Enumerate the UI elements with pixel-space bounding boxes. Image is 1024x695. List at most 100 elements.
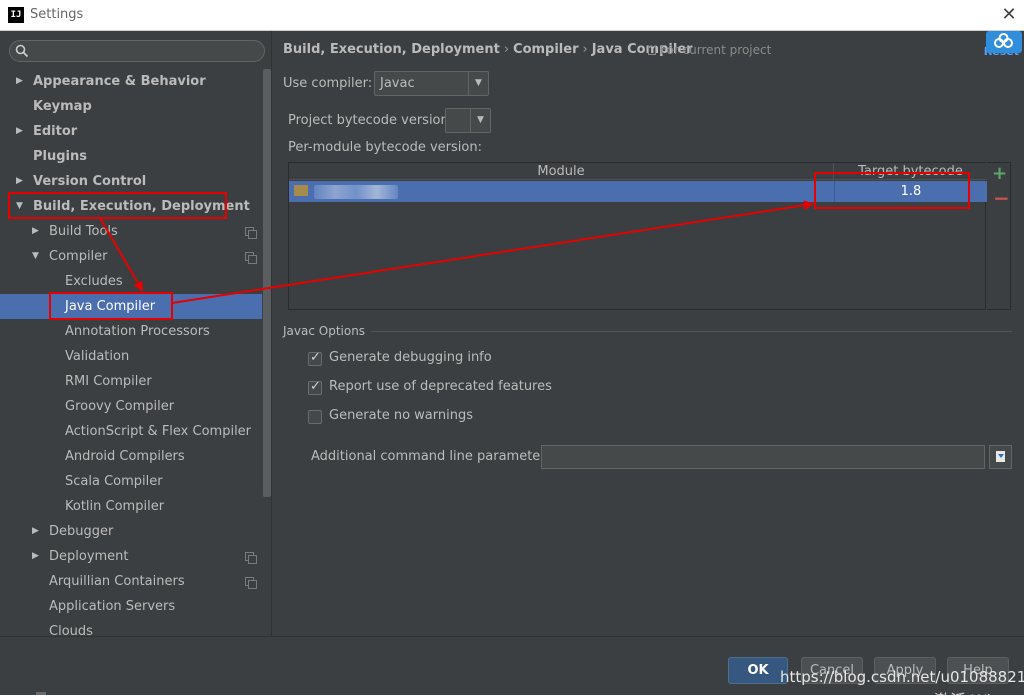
collapsed-arrow-icon[interactable]: ▶ (32, 544, 42, 569)
use-compiler-label: Use compiler: (283, 76, 373, 91)
sidebar-item-label: Application Servers (49, 599, 176, 614)
project-scope-icon (245, 252, 257, 264)
sidebar-item-android-compilers[interactable]: Android Compilers (0, 444, 262, 469)
sidebar-item-version-control[interactable]: ▶ Version Control (0, 169, 262, 194)
sidebar-item-label: Appearance & Behavior (33, 74, 206, 89)
sidebar-item-build-execution-deployment[interactable]: ▼ Build, Execution, Deployment (0, 194, 262, 219)
sidebar-item-application-servers[interactable]: Application Servers (0, 594, 262, 619)
checkbox[interactable] (308, 350, 322, 366)
sidebar-item-label: Excludes (65, 274, 123, 289)
additional-params-input[interactable] (541, 445, 985, 469)
sidebar-item-validation[interactable]: Validation (0, 344, 262, 369)
sidebar-item-plugins[interactable]: Plugins (0, 144, 262, 169)
search-box[interactable] (9, 40, 265, 62)
sidebar-item-label: Clouds (49, 624, 93, 636)
sidebar-item-label: Plugins (33, 149, 87, 164)
use-compiler-select[interactable]: Javac ▼ (374, 71, 489, 96)
sidebar-item-label: Arquillian Containers (49, 574, 185, 589)
checkbox[interactable] (308, 410, 322, 424)
sidebar-item-java-compiler[interactable]: Java Compiler (0, 294, 262, 319)
sidebar-item-label: ActionScript & Flex Compiler (65, 424, 252, 439)
close-icon[interactable]: ✕ (994, 0, 1024, 31)
collapsed-arrow-icon[interactable]: ▶ (16, 119, 26, 144)
expanded-arrow-icon[interactable]: ▼ (16, 194, 26, 219)
sidebar-item-appearance-behavior[interactable]: ▶ Appearance & Behavior (0, 69, 262, 94)
additional-params-label: Additional command line parameters: (311, 449, 557, 464)
add-icon[interactable]: + (992, 165, 1007, 183)
sidebar-item-label: Kotlin Compiler (65, 499, 165, 514)
table-header: Module Target bytecode version (289, 163, 987, 196)
blog-watermark: https://blog.csdn.net/u010888217 (780, 668, 1024, 686)
sidebar-item-compiler[interactable]: ▼ Compiler (0, 244, 262, 269)
dropdown-arrow-icon: ▼ (470, 109, 490, 132)
sidebar-item-keymap[interactable]: Keymap (0, 94, 262, 119)
expanded-arrow-icon[interactable]: ▼ (32, 244, 42, 269)
sidebar-item-groovy-compiler[interactable]: Groovy Compiler (0, 394, 262, 419)
breadcrumb-separator: › (503, 42, 510, 57)
column-header-module[interactable]: Module (289, 163, 834, 180)
sidebar-item-debugger[interactable]: ▶ Debugger (0, 519, 262, 544)
sidebar-scrollbar-thumb[interactable] (263, 69, 271, 497)
sidebar-item-scala-compiler[interactable]: Scala Compiler (0, 469, 262, 494)
sidebar-item-label: Version Control (33, 174, 147, 189)
dropdown-arrow-icon: ▼ (468, 72, 488, 95)
checkbox-label: Generate debugging info (329, 350, 492, 365)
sidebar-item-build-tools[interactable]: ▶ Build Tools (0, 219, 262, 244)
checkbox-label: Generate no warnings (329, 408, 474, 423)
breadcrumb: Build, Execution, Deployment › Compiler › Ja… (283, 42, 693, 57)
project-bytecode-select[interactable]: ▼ (445, 108, 491, 133)
sidebar-item-annotation-processors[interactable]: Annotation Processors (0, 319, 262, 344)
sidebar-item-label: Build, Execution, Deployment (33, 199, 250, 214)
per-module-label: Per-module bytecode version: (288, 140, 482, 155)
sidebar-item-label: Scala Compiler (65, 474, 163, 489)
project-scope-icon (245, 227, 257, 239)
settings-sidebar: ▶ Appearance & Behavior Keymap ▶ Editor Plugi… (0, 31, 272, 636)
collapsed-arrow-icon[interactable]: ▶ (16, 169, 26, 194)
module-bytecode-table: Module Target bytecode version 1.8 (288, 162, 987, 310)
scope-label: For current project (648, 43, 771, 57)
sidebar-item-label: RMI Compiler (65, 374, 152, 389)
sidebar-item-label: Java Compiler (65, 299, 156, 314)
sidebar-item-label: Keymap (33, 99, 92, 114)
javac-options-title: Javac Options (283, 324, 372, 338)
search-icon (15, 44, 29, 58)
sidebar-item-actionscript-flex-compiler[interactable]: ActionScript & Flex Compiler (0, 419, 262, 444)
sidebar-item-label: Deployment (49, 549, 129, 564)
column-header-target-version[interactable]: Target bytecode version (834, 163, 987, 196)
ok-button[interactable]: OK (728, 657, 788, 684)
sidebar-item-deployment[interactable]: ▶ Deployment (0, 544, 262, 569)
module-name-blurred (314, 185, 398, 199)
dialog-button-bar: OK Cancel Apply Help https://blog.csdn.n… (0, 636, 1024, 695)
sidebar-item-label: Build Tools (49, 224, 118, 239)
sidebar-item-label: Debugger (49, 524, 114, 539)
scope-text: For current project (660, 43, 772, 57)
activate-windows-watermark: 激活 Win (934, 687, 1001, 695)
checkbox[interactable] (308, 379, 322, 395)
group-divider (363, 331, 1012, 332)
module-cell (294, 183, 824, 200)
sidebar-item-label: Validation (65, 349, 130, 364)
breadcrumb-separator: › (582, 42, 588, 57)
use-compiler-value: Javac (380, 76, 415, 91)
table-row[interactable]: 1.8 (289, 181, 987, 202)
sidebar-item-arquillian-containers[interactable]: Arquillian Containers (0, 569, 262, 594)
sidebar-item-label: Android Compilers (65, 449, 185, 464)
sidebar-item-rmi-compiler[interactable]: RMI Compiler (0, 369, 262, 394)
sidebar-item-label: Compiler (49, 249, 108, 264)
checkbox-label: Report use of deprecated features (329, 379, 552, 394)
sidebar-item-kotlin-compiler[interactable]: Kotlin Compiler (0, 494, 262, 519)
project-scope-icon (245, 552, 257, 564)
collapsed-arrow-icon[interactable]: ▶ (32, 519, 42, 544)
remove-icon[interactable]: − (993, 188, 1010, 208)
collapsed-arrow-icon[interactable]: ▶ (32, 219, 42, 244)
search-input[interactable] (34, 43, 258, 59)
sidebar-item-clouds[interactable]: Clouds (0, 619, 262, 636)
intellij-app-icon: IJ (8, 7, 24, 23)
sidebar-item-label: Editor (33, 124, 78, 139)
target-version-cell[interactable]: 1.8 (834, 181, 987, 202)
collapsed-arrow-icon[interactable]: ▶ (16, 69, 26, 94)
project-scope-icon (245, 577, 257, 589)
sidebar-item-excludes[interactable]: Excludes (0, 269, 262, 294)
sidebar-item-editor[interactable]: ▶ Editor (0, 119, 262, 144)
expand-params-icon[interactable] (989, 445, 1012, 469)
